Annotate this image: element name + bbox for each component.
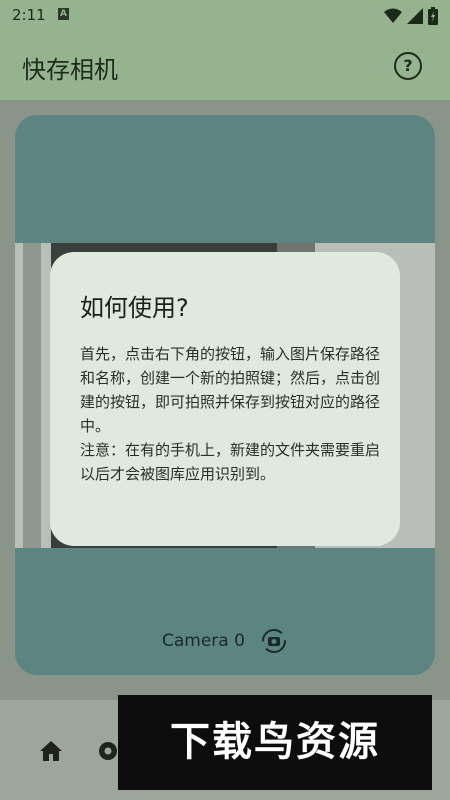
preview-shade [23, 243, 41, 548]
help-icon[interactable]: ? [394, 52, 422, 80]
dialog-title: 如何使用? [80, 294, 189, 322]
camera-footer: Camera 0 [15, 627, 435, 659]
wifi-icon [384, 8, 403, 23]
watermark: 下载鸟资源 [118, 695, 432, 790]
dialog-body: 首先，点击右下角的按钮，输入图片保存路径和名称，创建一个新的拍照键；然后，点击创… [80, 345, 381, 483]
app-title: 快存相机 [22, 56, 118, 84]
camera-switch-icon[interactable] [260, 627, 288, 655]
signal-icon [407, 7, 424, 24]
status-icons [384, 6, 438, 25]
status-bar: 2:11 A [0, 0, 450, 30]
status-time: 2:11 [12, 6, 46, 24]
battery-icon [428, 6, 438, 25]
help-symbol: ? [403, 56, 413, 75]
app-bar: 快存相机 ? [0, 30, 450, 100]
notification-a-icon: A [58, 8, 69, 20]
camera-label: Camera 0 [161, 631, 245, 651]
help-dialog: 如何使用? 首先，点击右下角的按钮，输入图片保存路径和名称，创建一个新的拍照键；… [50, 252, 400, 546]
home-icon[interactable] [38, 738, 64, 764]
